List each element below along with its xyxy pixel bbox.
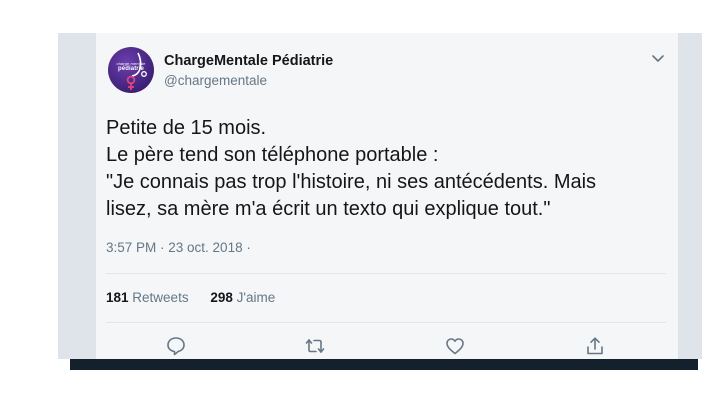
reply-bubble-icon[interactable]	[165, 335, 187, 357]
tweet-line: Petite de 15 mois.	[106, 117, 267, 139]
chevron-down-icon[interactable]	[650, 53, 666, 65]
tweet-text: Petite de 15 mois. Le père tend son télé…	[106, 115, 671, 223]
tweet-line: Le père tend son téléphone portable :	[106, 144, 439, 166]
likes-stat[interactable]: 298 J'aime	[210, 290, 275, 305]
tweet-line: lisez, sa mère m'a écrit un texto qui ex…	[106, 198, 551, 220]
divider	[106, 322, 666, 323]
retweet-icon[interactable]	[304, 335, 326, 357]
tweet-card: charge mentale pédiatrie ChargeMentale P…	[96, 33, 678, 359]
retweets-count: 181	[106, 290, 129, 305]
avatar[interactable]: charge mentale pédiatrie	[108, 47, 154, 93]
tweet-timestamp[interactable]: 3:57 PM · 23 oct. 2018 ·	[106, 240, 251, 255]
action-bar	[96, 333, 678, 359]
retweets-stat[interactable]: 181 Retweets	[106, 290, 189, 305]
retweets-label: Retweets	[132, 290, 189, 305]
likes-label: J'aime	[236, 290, 276, 305]
author-handle[interactable]: @chargementale	[164, 73, 267, 88]
likes-count: 298	[210, 290, 233, 305]
share-upload-icon[interactable]	[584, 335, 606, 357]
divider	[106, 273, 666, 274]
author-name[interactable]: ChargeMentale Pédiatrie	[164, 53, 333, 69]
avatar-logo-line: pédiatrie	[118, 66, 144, 72]
engagement-stats: 181 Retweets 298 J'aime	[106, 290, 293, 305]
heart-icon[interactable]	[444, 335, 466, 357]
tweet-line: "Je connais pas trop l'histoire, ni ses …	[106, 171, 597, 193]
avatar-logo-text: charge mentale pédiatrie	[111, 61, 151, 73]
